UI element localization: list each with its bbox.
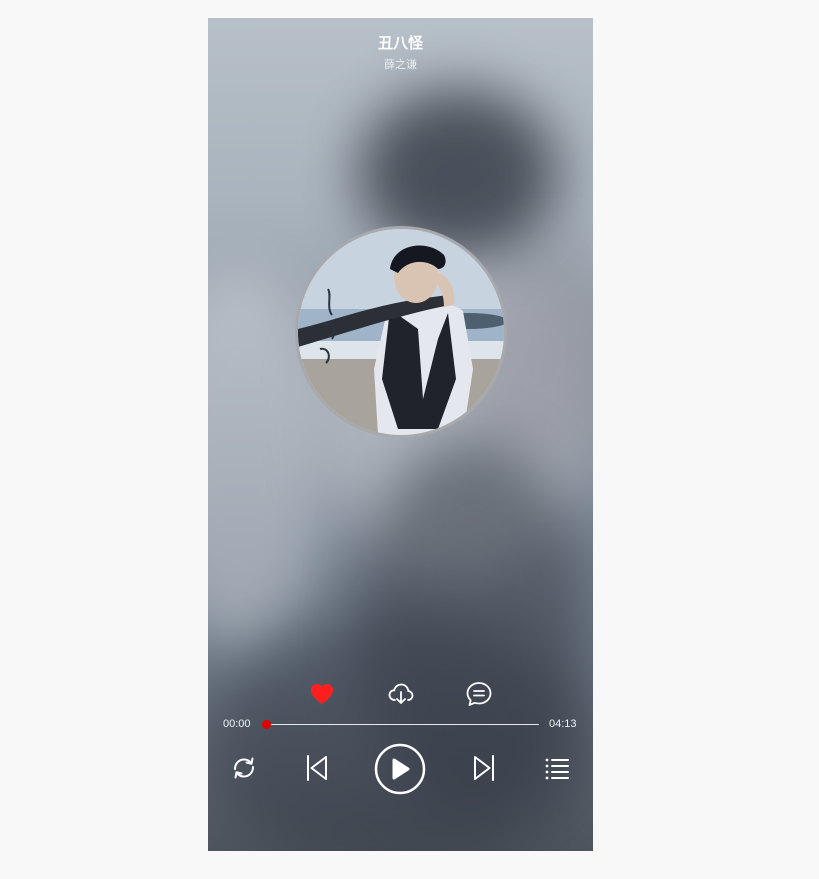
song-title: 丑八怪	[377, 35, 423, 52]
playlist-button[interactable]	[543, 754, 571, 782]
previous-icon	[307, 755, 327, 781]
music-player: 丑八怪 薛之谦 00:00 04:13	[208, 18, 593, 851]
playback-controls	[208, 741, 593, 797]
progress-row: 00:00 04:13	[208, 717, 593, 733]
loop-icon	[234, 757, 254, 779]
loop-button[interactable]	[230, 754, 258, 782]
song-actions	[208, 680, 593, 708]
current-time: 00:00	[223, 718, 251, 730]
album-cover-disc	[295, 226, 507, 438]
play-button[interactable]	[374, 743, 426, 795]
download-button[interactable]	[387, 680, 415, 708]
previous-button[interactable]	[303, 754, 331, 782]
album-art	[298, 229, 504, 435]
progress-bar[interactable]	[262, 720, 539, 729]
cloud-download-icon	[388, 683, 414, 704]
playlist-icon	[545, 758, 569, 780]
progress-knob[interactable]	[262, 720, 271, 729]
next-icon	[474, 755, 494, 781]
comment-icon	[466, 682, 492, 706]
artist-name: 薛之谦	[384, 59, 417, 71]
comment-button[interactable]	[465, 680, 493, 708]
next-button[interactable]	[470, 754, 498, 782]
like-button[interactable]	[308, 680, 336, 708]
total-time: 04:13	[549, 718, 577, 730]
heart-icon	[311, 684, 333, 704]
play-icon	[374, 743, 426, 795]
